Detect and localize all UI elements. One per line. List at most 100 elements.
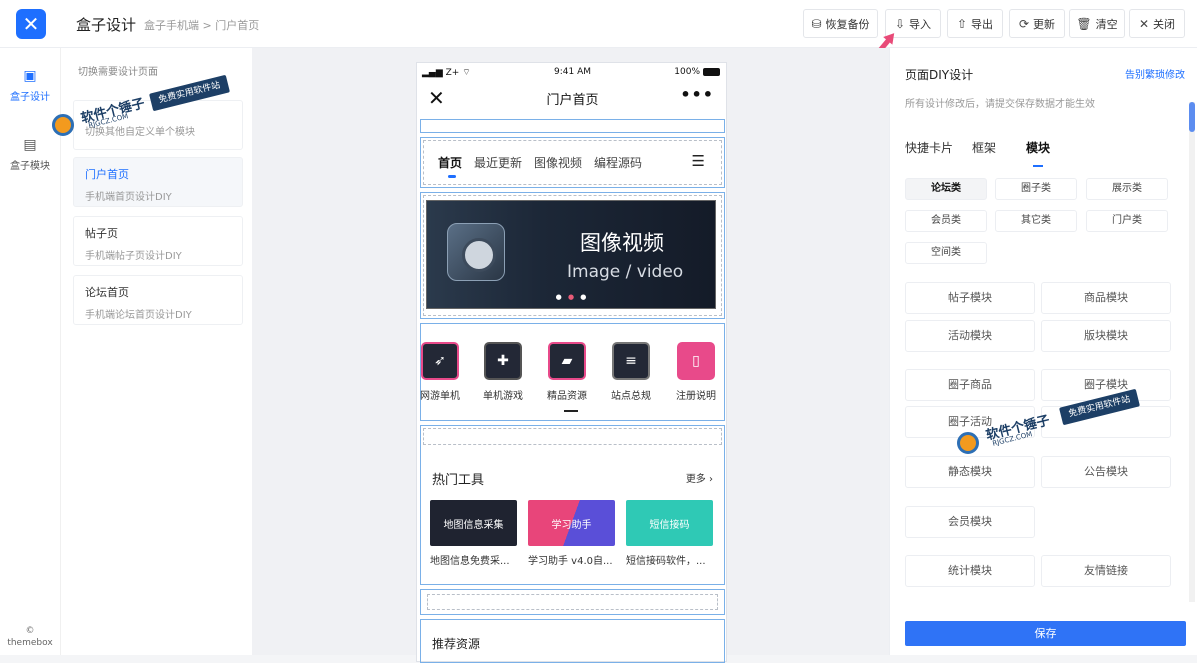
- restore-backup-button[interactable]: ⛁ 恢复备份: [803, 9, 878, 38]
- page-card-forum-home[interactable]: 论坛首页 手机端论坛首页设计DIY: [73, 275, 243, 325]
- page-card-subtitle: 手机端首页设计DIY: [85, 192, 172, 203]
- page-card-subtitle: 手机端帖子页设计DIY: [85, 251, 182, 262]
- grid-item[interactable]: ≡ 站点总规: [598, 342, 664, 402]
- chip-member[interactable]: 会员类: [905, 210, 987, 232]
- more-icon[interactable]: •••: [680, 85, 714, 104]
- module-post[interactable]: 帖子模块: [905, 282, 1035, 314]
- phone-tabs: 首页 最近更新 图像视频 编程源码: [424, 141, 721, 184]
- module-stats[interactable]: 统计模块: [905, 555, 1035, 587]
- banner-title-cn: 图像视频: [580, 231, 664, 255]
- module-static[interactable]: 静态模块: [905, 456, 1035, 488]
- tab-quick-cards[interactable]: 快捷卡片: [905, 139, 953, 156]
- hot-tool-caption: 地图信息免费采...: [430, 556, 510, 567]
- design-canvas: ▂▄▆ Z+ ⌔ 9:41 AM 100% ✕ 门户首页 ••• 首页 最近更新…: [252, 48, 889, 663]
- app-title: 盒子设计: [76, 16, 137, 34]
- scrollbar-thumb[interactable]: [1189, 102, 1195, 132]
- tabs-block[interactable]: 首页 最近更新 图像视频 编程源码 ☰: [420, 137, 725, 188]
- grid-item[interactable]: ▰ 精品资源: [534, 342, 600, 402]
- banner-image[interactable]: 图像视频 Image / video ● ● ●: [426, 200, 716, 309]
- save-button[interactable]: 保存: [905, 621, 1186, 646]
- module-activity[interactable]: 活动模块: [905, 320, 1035, 352]
- chip-circle[interactable]: 圈子类: [995, 178, 1077, 200]
- tabs-inner: 首页 最近更新 图像视频 编程源码 ☰: [423, 140, 722, 185]
- list-icon: ≡: [612, 342, 650, 380]
- app-logo[interactable]: ✕: [16, 9, 46, 39]
- banner-title-en: Image / video: [567, 262, 684, 282]
- clear-button[interactable]: 🗑 清空: [1069, 9, 1125, 38]
- hot-tool-card[interactable]: 学习助手 学习助手 v4.0自...: [528, 500, 615, 567]
- empty-block[interactable]: [420, 119, 725, 133]
- page-card-post[interactable]: 帖子页 手机端帖子页设计DIY: [73, 216, 243, 266]
- banner-block[interactable]: 图像视频 Image / video ● ● ●: [420, 192, 725, 319]
- grid-pager: [564, 410, 578, 412]
- module-notice[interactable]: 公告模块: [1041, 456, 1171, 488]
- tab-recent[interactable]: 最近更新: [474, 154, 522, 171]
- spacer-block[interactable]: [420, 589, 725, 615]
- copyright-symbol: ©: [25, 626, 35, 636]
- panel-scrollbar[interactable]: [1189, 102, 1195, 602]
- hot-tools-block[interactable]: 热门工具 更多 › 地图信息采集 地图信息免费采... 学习助手 学习助手 v4…: [420, 425, 725, 585]
- chip-portal[interactable]: 门户类: [1086, 210, 1168, 232]
- sidebar-item-modules[interactable]: ▤ 盒子模块: [0, 137, 60, 172]
- hot-tools-more-link[interactable]: 更多 ›: [686, 470, 713, 485]
- tab-home[interactable]: 首页: [438, 154, 462, 178]
- chip-forum[interactable]: 论坛类: [905, 178, 987, 200]
- export-icon: ⇧: [956, 16, 968, 31]
- hot-tool-image: 短信接码: [626, 500, 713, 546]
- database-icon: ⛁: [811, 16, 822, 31]
- hot-tool-caption: 短信接码软件，...: [626, 556, 706, 567]
- tab-video[interactable]: 图像视频: [534, 154, 582, 171]
- more-label: 更多: [685, 474, 706, 485]
- grid-item-label: 网游单机: [420, 391, 460, 402]
- spacer-inner: [427, 594, 718, 610]
- brand-name: themebox: [7, 638, 53, 648]
- hot-tools-spacer: [423, 428, 722, 445]
- book-icon: ▯: [677, 342, 715, 380]
- grid-item[interactable]: ✚ 单机游戏: [470, 342, 536, 402]
- battery-label: 100%: [674, 67, 700, 77]
- page-card-title: 帖子页: [85, 227, 118, 240]
- hot-tool-card[interactable]: 地图信息采集 地图信息免费采...: [430, 500, 517, 567]
- close-button[interactable]: ✕ 关闭: [1129, 9, 1185, 38]
- sidebar-item-design[interactable]: ▣ 盒子设计: [0, 68, 60, 103]
- module-board[interactable]: 版块模块: [1041, 320, 1171, 352]
- bag-icon: ▰: [548, 342, 586, 380]
- panel-hint: 所有设计修改后，请提交保存数据才能生效: [905, 99, 1095, 110]
- grid-item[interactable]: ▯ 注册说明: [663, 342, 729, 402]
- tab-modules[interactable]: 模块: [1026, 139, 1050, 167]
- carousel-dots: ● ● ●: [555, 293, 589, 301]
- phone-status-bar: ▂▄▆ Z+ ⌔ 9:41 AM 100%: [417, 65, 728, 81]
- icon-grid-block[interactable]: ➶ 网游单机 ✚ 单机游戏 ▰ 精品资源 ≡ 站点总规 ▯ 注册说明: [420, 323, 725, 421]
- grid-item-label: 注册说明: [676, 391, 716, 402]
- gamepad-icon: ✚: [484, 342, 522, 380]
- page-card-portal-home[interactable]: 门户首页 手机端首页设计DIY: [73, 157, 243, 207]
- import-label: 导入: [909, 17, 932, 31]
- page-card-title: 论坛首页: [85, 286, 129, 299]
- close-icon: ✕: [1138, 16, 1150, 31]
- panel-help-link[interactable]: 告别繁琐修改: [1125, 66, 1185, 81]
- module-circle-goods[interactable]: 圈子商品: [905, 369, 1035, 401]
- module-icon: ▤: [23, 137, 37, 153]
- module-goods[interactable]: 商品模块: [1041, 282, 1171, 314]
- chip-space[interactable]: 空间类: [905, 242, 987, 264]
- phone-nav-bar: ✕ 门户首页 •••: [417, 83, 728, 117]
- hot-tool-image: 地图信息采集: [430, 500, 517, 546]
- grid-item[interactable]: ➶ 网游单机: [407, 342, 473, 402]
- recommend-title: 推荐资源: [432, 637, 481, 651]
- menu-icon[interactable]: ☰: [692, 152, 705, 170]
- tab-frame[interactable]: 框架: [972, 139, 996, 156]
- module-member[interactable]: 会员模块: [905, 506, 1035, 538]
- module-links[interactable]: 友情链接: [1041, 555, 1171, 587]
- chip-other[interactable]: 其它类: [995, 210, 1077, 232]
- export-button[interactable]: ⇧ 导出: [947, 9, 1003, 38]
- page-card-title: 门户首页: [85, 168, 129, 181]
- grid-item-label: 单机游戏: [483, 391, 523, 402]
- grid-item-label: 精品资源: [547, 391, 587, 402]
- update-label: 更新: [1033, 17, 1056, 31]
- tab-code[interactable]: 编程源码: [594, 154, 642, 171]
- update-button[interactable]: ⟳ 更新: [1009, 9, 1065, 38]
- recommend-block[interactable]: 推荐资源: [420, 619, 725, 663]
- clear-label: 清空: [1095, 17, 1118, 31]
- chip-display[interactable]: 展示类: [1086, 178, 1168, 200]
- hot-tool-card[interactable]: 短信接码 短信接码软件，...: [626, 500, 713, 567]
